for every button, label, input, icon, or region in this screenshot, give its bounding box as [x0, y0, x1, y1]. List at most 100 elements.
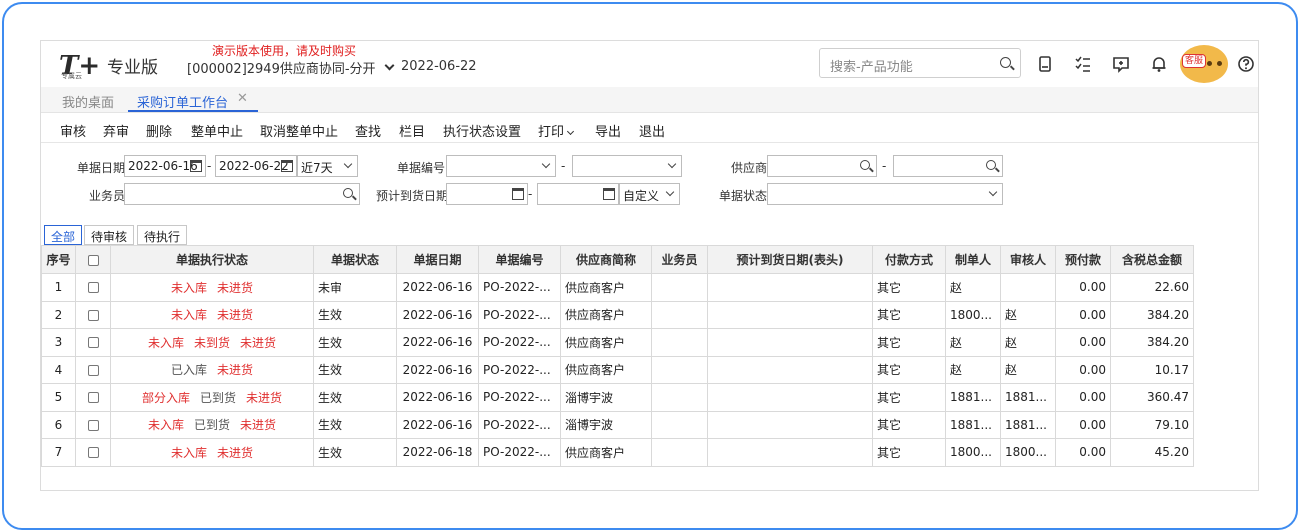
col-header[interactable]: 审核人	[1000, 245, 1056, 274]
logo: T+ 专属云	[59, 47, 100, 80]
export-button[interactable]: 导出	[595, 121, 621, 140]
col-header[interactable]: 单据执行状态	[110, 245, 314, 274]
print-menu[interactable]: 打印	[538, 121, 575, 140]
calendar-icon[interactable]	[512, 188, 524, 200]
arrival-date-range-select[interactable]: 自定义	[619, 183, 680, 205]
search-icon[interactable]	[986, 160, 996, 170]
search-box[interactable]: 搜索-产品功能	[819, 48, 1021, 78]
maker-cell: 赵	[945, 273, 1001, 302]
cancel-suspend-button[interactable]: 取消整单中止	[260, 121, 338, 140]
col-header-select-all[interactable]	[75, 245, 111, 274]
doc-status-cell: 生效	[313, 300, 397, 329]
print-label: 打印	[538, 125, 565, 140]
row-checkbox[interactable]	[87, 364, 99, 376]
tab-my-desktop[interactable]: 我的桌面	[62, 92, 114, 111]
view-tab-pending-audit[interactable]: 待审核	[84, 225, 135, 245]
calendar-icon[interactable]	[190, 160, 202, 172]
maker-cell: 1881...	[945, 410, 1001, 439]
col-header[interactable]: 单据状态	[313, 245, 397, 274]
table-row[interactable]: 7 未入库 未进货 生效 2022-06-18 PO-2022-... 供应商客户 其它 180…	[41, 438, 1194, 467]
row-number: 5	[41, 383, 76, 412]
col-header[interactable]: 单据日期	[396, 245, 479, 274]
doc-no-to-select[interactable]	[572, 155, 682, 177]
table-row[interactable]: 1 未入库 未进货 未审 2022-06-16 PO-2022-... 供应商客户 其它赵 0.…	[41, 273, 1194, 302]
row-checkbox[interactable]	[87, 309, 99, 321]
table-row[interactable]: 5 部分入库 已到货 未进货 生效 2022-06-16 PO-2022-... 淄博宇波 其它…	[41, 383, 1194, 412]
top-header: T+ 专属云 专业版 演示版本使用，请及时购买 [000002]2949供应商协…	[41, 41, 1258, 87]
suspend-order-button[interactable]: 整单中止	[191, 121, 243, 140]
supplier-from-field[interactable]	[767, 155, 877, 177]
delete-button[interactable]: 删除	[146, 121, 172, 140]
col-header[interactable]: 业务员	[651, 245, 708, 274]
col-header[interactable]: 供应商简称	[560, 245, 652, 274]
doc-date-label: 单据日期	[77, 161, 126, 175]
company-selector[interactable]: [000002]2949供应商协同-分开	[187, 58, 394, 77]
row-checkbox[interactable]	[87, 282, 99, 294]
supplier-cell: 淄博宇波	[560, 410, 652, 439]
doc-date-from-field[interactable]: 2022-06-16	[124, 155, 206, 177]
exec-status-cell: 未入库 未进货	[110, 273, 314, 302]
table-row[interactable]: 2 未入库 未进货 生效 2022-06-16 PO-2022-... 供应商客户 其它 180…	[41, 300, 1194, 329]
exec-status-tag: 未进货	[217, 308, 254, 323]
col-header[interactable]: 单据编号	[478, 245, 561, 274]
col-header[interactable]: 含税总金额	[1110, 245, 1194, 274]
doc-no-from-select[interactable]	[446, 155, 556, 177]
search-icon[interactable]	[1000, 57, 1011, 68]
service-avatar[interactable]: 客服	[1180, 45, 1228, 83]
search-icon[interactable]	[860, 160, 870, 170]
message-icon[interactable]	[1112, 55, 1130, 73]
find-button[interactable]: 查找	[355, 121, 381, 140]
col-header[interactable]: 序号	[41, 245, 76, 274]
arrival-date-to-field[interactable]	[537, 183, 619, 205]
table-row[interactable]: 4 已入库 未进货 生效 2022-06-16 PO-2022-... 供应商客户 其它赵赵 0…	[41, 355, 1194, 384]
exec-status-tag: 未入库	[170, 308, 207, 323]
edition-label: 专业版	[107, 58, 158, 78]
exec-status-tag: 未入库	[147, 418, 184, 433]
row-checkbox[interactable]	[87, 447, 99, 459]
doc-date-range-value: 近7天	[301, 161, 333, 175]
arrival-date-from-field[interactable]	[446, 183, 528, 205]
search-icon[interactable]	[343, 188, 353, 198]
exit-button[interactable]: 退出	[639, 121, 665, 140]
table-row[interactable]: 3 未入库 未到货 未进货 生效 2022-06-16 PO-2022-... 供应商客户 其它…	[41, 328, 1194, 357]
col-header[interactable]: 预付款	[1055, 245, 1111, 274]
calculator-icon[interactable]	[1036, 55, 1054, 73]
columns-button[interactable]: 栏目	[399, 121, 425, 140]
tab-purchase-order-workbench[interactable]: 采购订单工作台	[137, 92, 228, 111]
doc-date-range-select[interactable]: 近7天	[297, 155, 358, 177]
calendar-icon[interactable]	[281, 160, 293, 172]
calendar-icon[interactable]	[603, 188, 615, 200]
chevron-down-icon	[384, 60, 394, 70]
payment-method-cell: 其它	[872, 328, 946, 357]
col-header[interactable]: 预计到货日期(表头)	[707, 245, 873, 274]
row-checkbox[interactable]	[87, 392, 99, 404]
checklist-icon[interactable]	[1074, 55, 1092, 73]
payment-method-cell: 其它	[872, 410, 946, 439]
row-checkbox[interactable]	[87, 337, 99, 349]
view-tab-pending-exec[interactable]: 待执行	[137, 225, 188, 245]
doc-status-cell: 生效	[313, 438, 397, 467]
view-tab-all[interactable]: 全部	[44, 225, 83, 245]
select-all-checkbox[interactable]	[87, 254, 99, 266]
help-icon[interactable]	[1237, 55, 1255, 73]
exec-status-tag: 未进货	[217, 445, 254, 460]
close-icon[interactable]: ✕	[237, 91, 248, 106]
demo-notice[interactable]: 演示版本使用，请及时购买	[212, 42, 356, 59]
exec-status-cell: 未入库 未进货	[110, 300, 314, 329]
unaudit-button[interactable]: 弃审	[103, 121, 129, 140]
salesman-cell	[651, 300, 708, 329]
table-row[interactable]: 6 未入库 已到货 未进货 生效 2022-06-16 PO-2022-... 淄博宇波 其它 1…	[41, 410, 1194, 439]
salesman-field[interactable]	[124, 183, 360, 205]
exec-status-settings-button[interactable]: 执行状态设置	[443, 121, 521, 140]
doc-date-to-field[interactable]: 2022-06-22	[215, 155, 297, 177]
supplier-to-field[interactable]	[893, 155, 1003, 177]
chevron-down-icon	[343, 159, 353, 169]
row-number: 3	[41, 328, 76, 357]
col-header[interactable]: 付款方式	[872, 245, 946, 274]
row-checkbox[interactable]	[87, 419, 99, 431]
supplier-cell: 淄博宇波	[560, 383, 652, 412]
col-header[interactable]: 制单人	[945, 245, 1001, 274]
audit-button[interactable]: 审核	[60, 121, 86, 140]
doc-status-select[interactable]	[767, 183, 1003, 205]
bell-icon[interactable]	[1150, 55, 1168, 73]
